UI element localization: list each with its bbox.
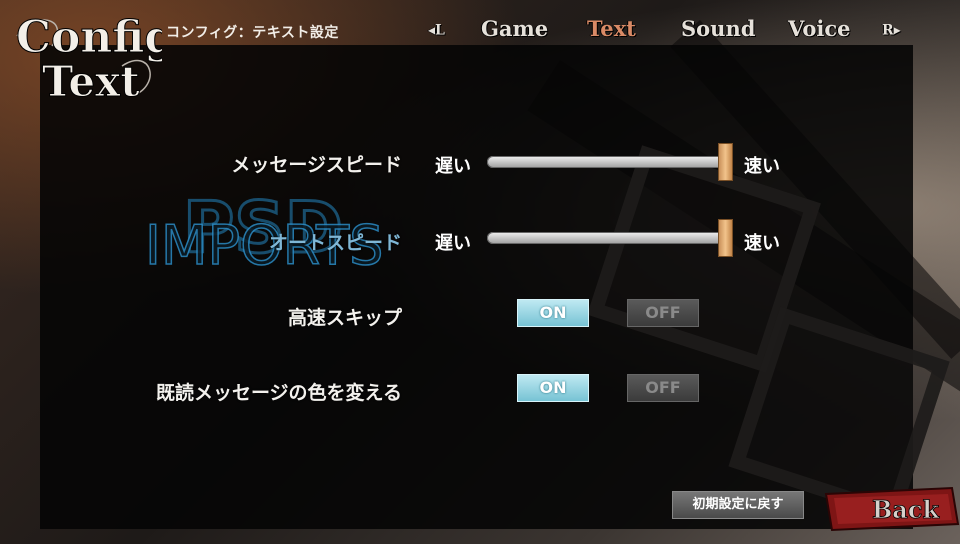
auto-speed-slider[interactable] [487, 219, 733, 257]
tab-prev-label: ◂L [428, 22, 445, 39]
message-speed-thumb[interactable] [718, 143, 733, 181]
tab-voice[interactable]: Voice [788, 16, 851, 41]
page-subtitle: コンフィグ：テキスト設定 [166, 25, 339, 41]
logo-line1: Config [16, 12, 162, 63]
message-speed-label: メッセージスピード [231, 154, 402, 176]
skip-on-button[interactable]: ON [517, 299, 589, 327]
auto-speed-thumb[interactable] [718, 219, 733, 257]
auto-speed-label: オートスピード [268, 232, 402, 254]
config-text-logo: Config Text [16, 12, 163, 107]
logo-line2: Text [42, 57, 140, 106]
tab-next-r[interactable]: R▸ [882, 16, 901, 41]
message-speed-slider[interactable] [487, 143, 733, 181]
tab-text[interactable]: Text [587, 16, 636, 41]
skip-label: 高速スキップ [287, 307, 402, 329]
message-speed-slow-label: 遅い [435, 156, 471, 177]
read-color-label: 既読メッセージの色を変える [155, 382, 402, 404]
read-color-off-button[interactable]: OFF [627, 374, 699, 402]
message-speed-fast-label: 速い [744, 156, 780, 177]
auto-speed-fast-label: 速い [744, 233, 780, 254]
tab-game[interactable]: Game [481, 16, 548, 41]
read-color-on-button[interactable]: ON [517, 374, 589, 402]
tab-next-label: R▸ [882, 22, 901, 39]
auto-speed-slow-label: 遅い [435, 233, 471, 254]
skip-off-button[interactable]: OFF [627, 299, 699, 327]
back-button-label: Back [872, 495, 940, 524]
tab-prev-l[interactable]: ◂L [428, 16, 445, 41]
reset-defaults-button[interactable]: 初期設定に戻す [672, 491, 804, 519]
back-button[interactable]: Back [822, 486, 960, 532]
tab-sound[interactable]: Sound [681, 16, 755, 41]
